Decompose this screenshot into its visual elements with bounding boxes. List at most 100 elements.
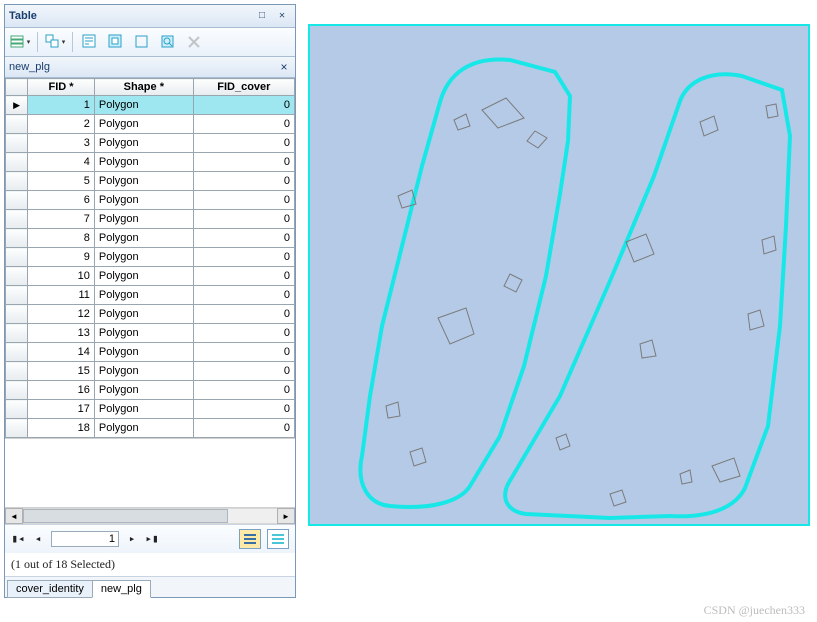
cell-cover[interactable]: 0 (193, 153, 294, 172)
table-row[interactable]: 15Polygon0 (6, 362, 295, 381)
cell-fid[interactable]: 8 (28, 229, 95, 248)
cell-shape[interactable]: Polygon (94, 267, 193, 286)
cell-cover[interactable]: 0 (193, 210, 294, 229)
cell-shape[interactable]: Polygon (94, 286, 193, 305)
cell-fid[interactable]: 1 (28, 96, 95, 115)
col-header-fid[interactable]: FID * (28, 79, 95, 96)
cell-shape[interactable]: Polygon (94, 172, 193, 191)
cell-cover[interactable]: 0 (193, 267, 294, 286)
cell-shape[interactable]: Polygon (94, 248, 193, 267)
row-selector[interactable] (6, 134, 28, 153)
zoom-selected-button[interactable] (157, 31, 179, 53)
cell-fid[interactable]: 9 (28, 248, 95, 267)
table-options-button[interactable]: ▾ (9, 31, 31, 53)
row-selector[interactable] (6, 153, 28, 172)
cell-shape[interactable]: Polygon (94, 305, 193, 324)
cell-shape[interactable]: Polygon (94, 191, 193, 210)
row-selector[interactable] (6, 267, 28, 286)
cell-shape[interactable]: Polygon (94, 153, 193, 172)
col-header-cover[interactable]: FID_cover (193, 79, 294, 96)
related-tables-button[interactable]: ▾ (44, 31, 66, 53)
cell-shape[interactable]: Polygon (94, 210, 193, 229)
row-header-corner[interactable] (6, 79, 28, 96)
cell-shape[interactable]: Polygon (94, 134, 193, 153)
cell-fid[interactable]: 18 (28, 419, 95, 438)
prev-record-button[interactable]: ◂ (31, 532, 45, 546)
tab-cover-identity[interactable]: cover_identity (7, 580, 93, 598)
row-selector[interactable] (6, 419, 28, 438)
clear-selection-button[interactable] (131, 31, 153, 53)
cell-cover[interactable]: 0 (193, 191, 294, 210)
cell-cover[interactable]: 0 (193, 134, 294, 153)
cell-shape[interactable]: Polygon (94, 96, 193, 115)
cell-fid[interactable]: 14 (28, 343, 95, 362)
table-row[interactable]: 18Polygon0 (6, 419, 295, 438)
row-selector[interactable] (6, 362, 28, 381)
table-row[interactable]: 12Polygon0 (6, 305, 295, 324)
scroll-right-icon[interactable]: ► (277, 508, 295, 524)
tab-close-icon[interactable]: × (277, 60, 291, 74)
tab-new-plg[interactable]: new_plg (92, 580, 151, 598)
table-row[interactable]: 3Polygon0 (6, 134, 295, 153)
cell-cover[interactable]: 0 (193, 381, 294, 400)
cell-shape[interactable]: Polygon (94, 419, 193, 438)
cell-fid[interactable]: 17 (28, 400, 95, 419)
row-selector[interactable] (6, 248, 28, 267)
cell-fid[interactable]: 5 (28, 172, 95, 191)
row-selector[interactable] (6, 324, 28, 343)
last-record-button[interactable]: ▸▮ (145, 532, 159, 546)
cell-fid[interactable]: 6 (28, 191, 95, 210)
row-selector[interactable] (6, 115, 28, 134)
rollup-icon[interactable]: □ (253, 8, 271, 24)
titlebar[interactable]: Table □ ✕ (5, 5, 295, 28)
cell-cover[interactable]: 0 (193, 400, 294, 419)
row-selector[interactable] (6, 210, 28, 229)
first-record-button[interactable]: ▮◂ (11, 532, 25, 546)
row-selector[interactable] (6, 229, 28, 248)
row-selector[interactable] (6, 343, 28, 362)
cell-cover[interactable]: 0 (193, 248, 294, 267)
cell-cover[interactable]: 0 (193, 172, 294, 191)
select-by-attributes-button[interactable] (79, 31, 101, 53)
scroll-left-icon[interactable]: ◄ (5, 508, 23, 524)
show-all-button[interactable] (239, 529, 261, 549)
table-row[interactable]: 17Polygon0 (6, 400, 295, 419)
cell-cover[interactable]: 0 (193, 229, 294, 248)
cell-cover[interactable]: 0 (193, 115, 294, 134)
cell-fid[interactable]: 11 (28, 286, 95, 305)
cell-shape[interactable]: Polygon (94, 324, 193, 343)
table-row[interactable]: 8Polygon0 (6, 229, 295, 248)
show-selected-button[interactable] (267, 529, 289, 549)
cell-shape[interactable]: Polygon (94, 400, 193, 419)
table-row[interactable]: 11Polygon0 (6, 286, 295, 305)
cell-fid[interactable]: 15 (28, 362, 95, 381)
cell-fid[interactable]: 3 (28, 134, 95, 153)
table-row[interactable]: 4Polygon0 (6, 153, 295, 172)
cell-fid[interactable]: 10 (28, 267, 95, 286)
switch-selection-button[interactable] (105, 31, 127, 53)
row-selector[interactable] (6, 400, 28, 419)
cell-cover[interactable]: 0 (193, 96, 294, 115)
scroll-track[interactable] (23, 508, 277, 524)
row-selector[interactable] (6, 172, 28, 191)
horizontal-scrollbar[interactable]: ◄ ► (5, 507, 295, 524)
cell-cover[interactable]: 0 (193, 362, 294, 381)
cell-shape[interactable]: Polygon (94, 343, 193, 362)
current-record-input[interactable] (51, 531, 119, 547)
cell-shape[interactable]: Polygon (94, 362, 193, 381)
cell-shape[interactable]: Polygon (94, 115, 193, 134)
cell-cover[interactable]: 0 (193, 419, 294, 438)
table-row[interactable]: 14Polygon0 (6, 343, 295, 362)
row-selector[interactable] (6, 381, 28, 400)
table-row[interactable]: 6Polygon0 (6, 191, 295, 210)
close-icon[interactable]: ✕ (273, 8, 291, 24)
table-row[interactable]: 16Polygon0 (6, 381, 295, 400)
cell-cover[interactable]: 0 (193, 305, 294, 324)
row-selector[interactable] (6, 286, 28, 305)
cell-cover[interactable]: 0 (193, 343, 294, 362)
row-selector[interactable] (6, 191, 28, 210)
table-row[interactable]: ▶1Polygon0 (6, 96, 295, 115)
cell-fid[interactable]: 7 (28, 210, 95, 229)
row-selector[interactable]: ▶ (6, 96, 28, 115)
cell-cover[interactable]: 0 (193, 324, 294, 343)
